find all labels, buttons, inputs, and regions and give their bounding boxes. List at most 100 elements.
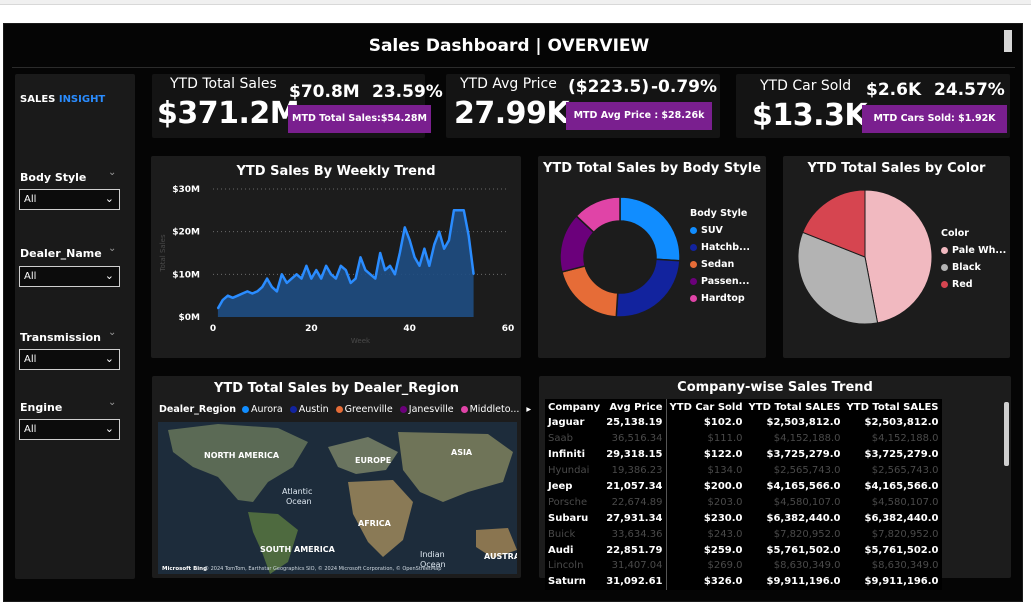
dealer-region-panel[interactable]: YTD Total Sales by Dealer_Region Dealer_…: [152, 376, 531, 578]
data-point[interactable]: [325, 265, 327, 267]
data-point[interactable]: [472, 273, 475, 276]
data-point[interactable]: [345, 269, 347, 271]
data-point[interactable]: [467, 235, 470, 237]
weekly-trend-panel[interactable]: YTD Sales By Weekly Trend $30M $20M $10M $0…: [151, 156, 521, 358]
data-point[interactable]: [404, 226, 406, 229]
legend-item[interactable]: Passen...: [690, 276, 750, 287]
table-row[interactable]: Saturn 31,092.61 $326.0 $9,911,196.0 $9,911,…: [545, 573, 942, 590]
data-point[interactable]: [271, 286, 273, 288]
legend-item[interactable]: Middleto...: [460, 404, 519, 415]
engine-dropdown[interactable]: All ⌄: [19, 419, 120, 440]
legend-item[interactable]: Janesville: [399, 404, 454, 415]
chevron-down-icon[interactable]: ⌄: [108, 167, 116, 178]
data-point[interactable]: [349, 282, 352, 284]
kpi-ytd-total-sales[interactable]: YTD Total Sales $371.2M $70.8M 23.59% MT…: [152, 74, 443, 138]
data-point[interactable]: [217, 307, 219, 310]
data-point[interactable]: [438, 230, 441, 233]
chevron-down-icon[interactable]: ⌄: [108, 243, 116, 254]
body-style-panel[interactable]: YTD Total Sales by Body Style Body Style…: [538, 156, 766, 358]
legend-item[interactable]: Red: [941, 279, 1006, 290]
col-header[interactable]: YTD Total SALES: [843, 399, 942, 415]
legend-item[interactable]: Hatchb...: [690, 242, 750, 253]
donut-slice[interactable]: [615, 258, 681, 318]
data-point[interactable]: [330, 273, 332, 276]
legend-next-arrow-icon[interactable]: ▸: [526, 404, 531, 415]
table-row[interactable]: Infiniti 29,318.15 $122.0 $3,725,279.0 $3,72…: [545, 446, 942, 463]
data-point[interactable]: [374, 277, 377, 280]
table-scrollbar[interactable]: [1004, 402, 1009, 466]
data-point[interactable]: [463, 209, 465, 212]
data-point[interactable]: [320, 277, 322, 280]
kpi-ytd-avg-price[interactable]: YTD Avg Price 27.99K ($223.5) -0.79% MTD…: [446, 74, 720, 138]
data-point[interactable]: [261, 286, 263, 288]
data-point[interactable]: [305, 265, 308, 267]
color-panel[interactable]: YTD Total Sales by Color Color Pale Wh..…: [783, 156, 1010, 358]
data-point[interactable]: [266, 277, 268, 280]
data-point[interactable]: [354, 277, 357, 280]
data-point[interactable]: [335, 277, 337, 280]
data-point[interactable]: [246, 290, 249, 293]
data-point[interactable]: [231, 297, 234, 299]
data-point[interactable]: [413, 256, 416, 259]
legend-item[interactable]: Black: [941, 262, 1006, 273]
data-point[interactable]: [408, 239, 411, 241]
data-point[interactable]: [227, 294, 229, 297]
table-row[interactable]: Subaru 27,931.34 $230.0 $6,382,440.0 $6,382,…: [545, 510, 942, 527]
data-point[interactable]: [251, 292, 254, 295]
data-point[interactable]: [448, 239, 450, 241]
data-point[interactable]: [369, 273, 372, 276]
dealer-name-dropdown[interactable]: All ⌄: [19, 266, 120, 287]
data-point[interactable]: [281, 273, 283, 276]
data-point[interactable]: [364, 269, 367, 271]
world-map[interactable]: NORTH AMERICA EUROPE ASIA Atlantic Ocean…: [158, 422, 517, 574]
data-point[interactable]: [290, 277, 293, 280]
company-sales-panel[interactable]: Company-wise Sales Trend Company Avg Pri…: [539, 376, 1011, 590]
data-point[interactable]: [389, 265, 391, 267]
data-point[interactable]: [340, 265, 342, 267]
legend-item[interactable]: Hardtop: [690, 293, 750, 304]
data-point[interactable]: [379, 252, 381, 254]
data-point[interactable]: [443, 247, 445, 250]
body-style-dropdown[interactable]: All ⌄: [19, 189, 120, 210]
donut-slice[interactable]: [619, 196, 681, 262]
col-header[interactable]: Company: [545, 399, 604, 415]
col-header[interactable]: YTD Car Sold: [665, 399, 746, 415]
legend-item[interactable]: SUV: [690, 225, 750, 236]
legend-item[interactable]: Pale Wh...: [941, 245, 1006, 256]
legend-item[interactable]: Sedan: [690, 259, 750, 270]
data-point[interactable]: [458, 209, 460, 212]
scroll-handle[interactable]: [1004, 30, 1012, 52]
col-header[interactable]: YTD Total SALES: [745, 399, 844, 415]
data-point[interactable]: [384, 269, 386, 271]
table-row[interactable]: Porsche 22,674.89 $203.0 $4,580,107.0 $4,580…: [545, 494, 942, 511]
data-point[interactable]: [295, 273, 298, 276]
table-row[interactable]: Audi 22,851.79 $259.0 $5,761,502.0 $5,761,50…: [545, 542, 942, 559]
legend-item[interactable]: Austin: [289, 404, 329, 415]
legend-item[interactable]: Greenville: [335, 404, 393, 415]
data-point[interactable]: [399, 252, 401, 254]
table-row[interactable]: Saab 36,516.34 $111.0 $4,152,188.0 $4,152,18…: [545, 430, 942, 447]
data-point[interactable]: [453, 209, 455, 212]
col-header[interactable]: Avg Price: [603, 399, 666, 415]
data-point[interactable]: [286, 282, 288, 284]
weekly-trend-chart[interactable]: $30M $20M $10M $0M 0 20 40 60 Week Total Sales: [151, 156, 521, 358]
legend-item[interactable]: Aurora: [241, 404, 283, 415]
chevron-down-icon[interactable]: ⌄: [108, 327, 116, 338]
pie-slice[interactable]: [864, 189, 933, 324]
data-point[interactable]: [315, 269, 318, 271]
table-row[interactable]: Hyundai 19,386.23 $134.0 $2,565,743.0 $2,565…: [545, 462, 942, 479]
data-point[interactable]: [359, 256, 362, 259]
data-point[interactable]: [310, 277, 313, 280]
data-point[interactable]: [276, 290, 278, 293]
kpi-ytd-car-sold[interactable]: YTD Car Sold $13.3K $2.6K 24.57% MTD Car…: [736, 74, 1010, 138]
data-point[interactable]: [418, 265, 421, 267]
data-point[interactable]: [222, 299, 224, 301]
data-point[interactable]: [394, 273, 396, 276]
transmission-dropdown[interactable]: All ⌄: [19, 349, 120, 370]
data-point[interactable]: [433, 243, 436, 246]
data-point[interactable]: [428, 265, 431, 267]
data-point[interactable]: [300, 277, 303, 280]
data-point[interactable]: [256, 290, 259, 293]
data-point[interactable]: [423, 247, 426, 250]
chevron-down-icon[interactable]: ⌄: [108, 397, 116, 408]
